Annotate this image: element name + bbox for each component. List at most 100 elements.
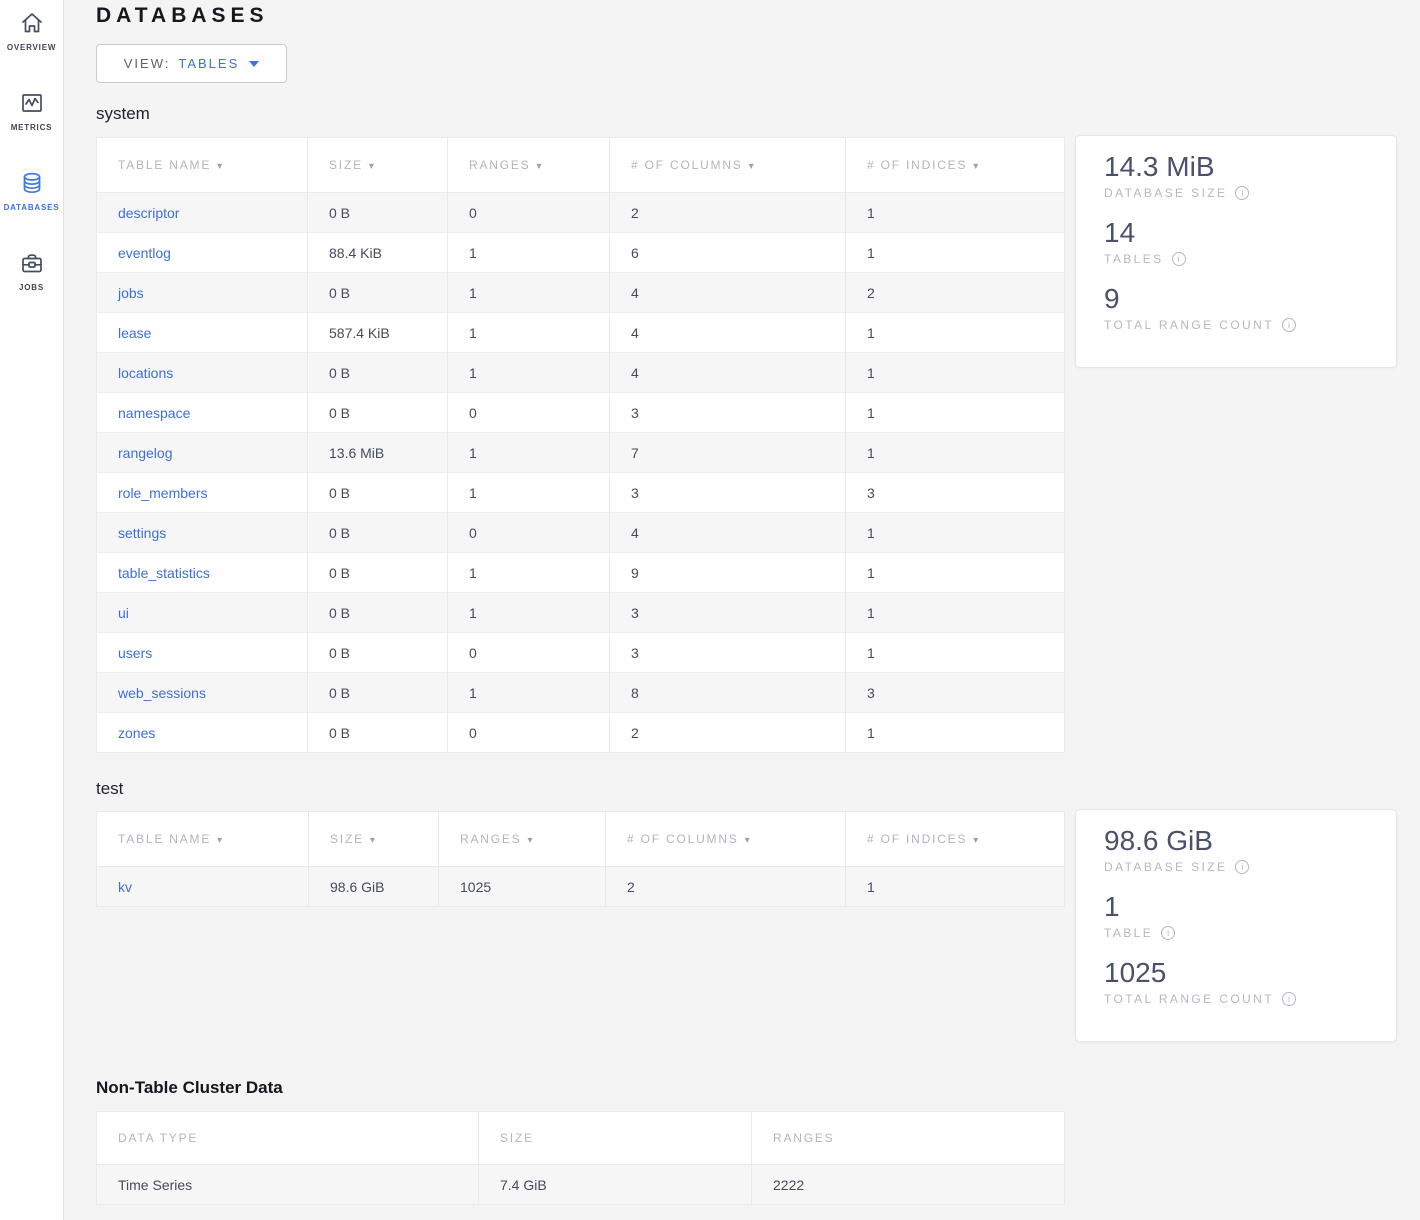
table-cell: descriptor — [97, 193, 308, 233]
stat-block: 98.6 GiB DATABASE SIZE — [1104, 823, 1396, 874]
table-cell: 1 — [846, 233, 1065, 273]
column-header-label: # OF INDICES — [867, 832, 967, 846]
stat-block: 9 TOTAL RANGE COUNT — [1104, 281, 1396, 332]
table-name-link[interactable]: locations — [118, 365, 173, 381]
sort-caret-icon: ▾ — [370, 835, 375, 846]
table-cell: 1 — [846, 713, 1065, 753]
table-cell: 9 — [610, 553, 846, 593]
info-icon[interactable] — [1172, 252, 1186, 266]
table-cell: 1 — [846, 433, 1065, 473]
table-cell: 0 B — [308, 393, 448, 433]
column-header--of-indices[interactable]: # OF INDICES▾ — [846, 138, 1065, 193]
table-cell: 1 — [846, 353, 1065, 393]
info-icon[interactable] — [1282, 318, 1296, 332]
system-summary-card: 14.3 MiB DATABASE SIZE 14 TABLES 9 TOTAL… — [1075, 135, 1397, 368]
table-cell: 0 B — [308, 593, 448, 633]
table-cell: 1 — [448, 313, 610, 353]
total-range-count-value: 9 — [1104, 281, 1396, 316]
sidebar-item-label: JOBS — [19, 283, 44, 292]
table-header: TABLE NAME▾SIZE▾RANGES▾# OF COLUMNS▾# OF… — [97, 812, 1065, 867]
table-cell: locations — [97, 353, 308, 393]
info-icon[interactable] — [1235, 186, 1249, 200]
column-header--of-columns[interactable]: # OF COLUMNS▾ — [606, 812, 846, 867]
table-row: namespace0 B031 — [97, 393, 1065, 433]
sidebar-item-metrics[interactable]: METRICS — [0, 88, 63, 168]
table-name-link[interactable]: lease — [118, 325, 151, 341]
table-cell: 6 — [610, 233, 846, 273]
sidebar-item-databases[interactable]: DATABASES — [0, 168, 63, 248]
table-row: ui0 B131 — [97, 593, 1065, 633]
table-cell: zones — [97, 713, 308, 753]
stat-block: 14 TABLES — [1104, 215, 1396, 266]
section-heading-test: test — [96, 778, 1064, 799]
table-name-link[interactable]: web_sessions — [118, 685, 206, 701]
column-header--of-indices[interactable]: # OF INDICES▾ — [846, 812, 1065, 867]
table-cell: ui — [97, 593, 308, 633]
table-cell: 1 — [448, 353, 610, 393]
column-header-ranges[interactable]: RANGES▾ — [448, 138, 610, 193]
stat-block: 1025 TOTAL RANGE COUNT — [1104, 955, 1396, 1006]
table-cell: 13.6 MiB — [308, 433, 448, 473]
table-header: TABLE NAME▾SIZE▾RANGES▾# OF COLUMNS▾# OF… — [97, 138, 1065, 193]
column-header-label: # OF COLUMNS — [627, 832, 739, 846]
column-header-label: RANGES — [773, 1131, 834, 1145]
table-name-link[interactable]: jobs — [118, 285, 144, 301]
table-name-link[interactable]: role_members — [118, 485, 207, 501]
table-cell: 8 — [610, 673, 846, 713]
info-icon[interactable] — [1282, 992, 1296, 1006]
info-icon[interactable] — [1161, 926, 1175, 940]
table-cell: 0 B — [308, 513, 448, 553]
table-cell: 98.6 GiB — [309, 867, 439, 907]
table-name-link[interactable]: settings — [118, 525, 166, 541]
sidebar-item-overview[interactable]: OVERVIEW — [0, 8, 63, 88]
database-icon — [19, 170, 45, 196]
table-header: DATA TYPESIZERANGES — [97, 1112, 1065, 1165]
table-cell: eventlog — [97, 233, 308, 273]
table-cell: 587.4 KiB — [308, 313, 448, 353]
table-name-link[interactable]: users — [118, 645, 152, 661]
test-tables-table: TABLE NAME▾SIZE▾RANGES▾# OF COLUMNS▾# OF… — [96, 811, 1065, 907]
table-name-link[interactable]: zones — [118, 725, 155, 741]
column-header-size[interactable]: SIZE▾ — [308, 138, 448, 193]
column-header-data-type: DATA TYPE — [97, 1112, 479, 1165]
view-dropdown-label: VIEW: — [124, 56, 171, 71]
sidebar-item-jobs[interactable]: JOBS — [0, 248, 63, 328]
column-header-table-name[interactable]: TABLE NAME▾ — [97, 138, 308, 193]
table-name-link[interactable]: namespace — [118, 405, 190, 421]
table-row: settings0 B041 — [97, 513, 1065, 553]
tables-count-value: 1 — [1104, 889, 1396, 924]
table-cell: 0 — [448, 713, 610, 753]
table-name-link[interactable]: table_statistics — [118, 565, 210, 581]
table-name-link[interactable]: eventlog — [118, 245, 171, 261]
total-range-count-value: 1025 — [1104, 955, 1396, 990]
sort-caret-icon: ▾ — [369, 161, 374, 172]
table-name-link[interactable]: ui — [118, 605, 129, 621]
column-header--of-columns[interactable]: # OF COLUMNS▾ — [610, 138, 846, 193]
info-icon[interactable] — [1235, 860, 1249, 874]
table-row: users0 B031 — [97, 633, 1065, 673]
table-row: Time Series7.4 GiB2222 — [97, 1165, 1065, 1205]
total-range-count-label: TOTAL RANGE COUNT — [1104, 318, 1274, 332]
table-name-link[interactable]: rangelog — [118, 445, 173, 461]
table-cell: 4 — [610, 273, 846, 313]
table-cell: rangelog — [97, 433, 308, 473]
table-cell: kv — [97, 867, 309, 907]
column-header-label: SIZE — [330, 832, 364, 846]
table-cell: 1 — [448, 433, 610, 473]
non-table-cluster-data-table: DATA TYPESIZERANGES Time Series7.4 GiB22… — [96, 1111, 1065, 1205]
column-header-size[interactable]: SIZE ▾ — [309, 812, 439, 867]
table-cell: users — [97, 633, 308, 673]
table-cell: 1 — [448, 233, 610, 273]
table-cell: 0 — [448, 193, 610, 233]
table-cell: web_sessions — [97, 673, 308, 713]
table-cell: 2 — [610, 713, 846, 753]
table-cell: 2 — [606, 867, 846, 907]
sort-caret-icon: ▾ — [749, 161, 754, 172]
table-name-link[interactable]: descriptor — [118, 205, 179, 221]
table-name-link[interactable]: kv — [118, 879, 132, 895]
table-cell: 2 — [610, 193, 846, 233]
view-dropdown[interactable]: VIEW: TABLES — [96, 44, 287, 83]
column-header-ranges[interactable]: RANGES▾ — [439, 812, 606, 867]
column-header-table-name[interactable]: TABLE NAME▾ — [97, 812, 309, 867]
table-row: kv98.6 GiB102521 — [97, 867, 1065, 907]
